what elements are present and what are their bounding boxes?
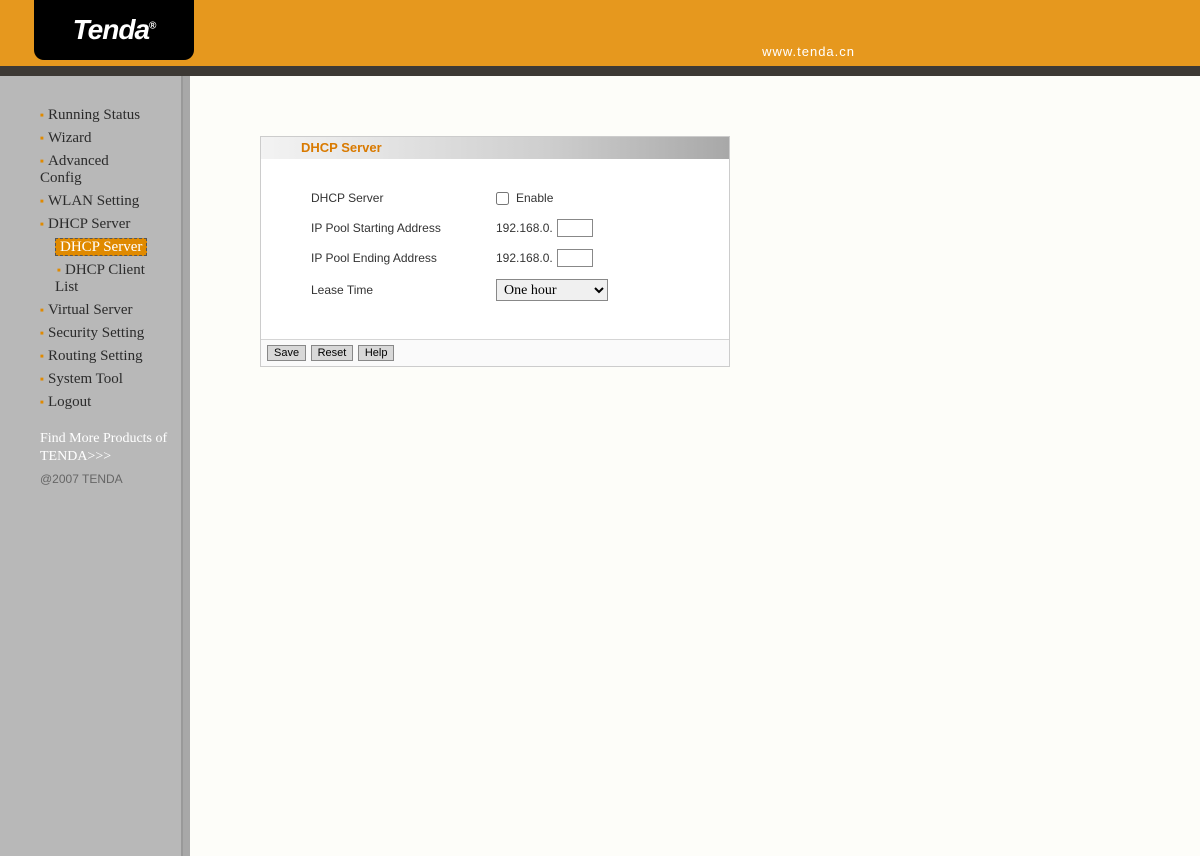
input-ip-end[interactable] bbox=[557, 249, 593, 267]
sidebar: Running Status Wizard Advanced Config WL… bbox=[0, 76, 182, 856]
header-url: www.tenda.cn bbox=[762, 44, 855, 59]
select-lease-time[interactable]: One hour bbox=[496, 279, 608, 301]
label-enable: Enable bbox=[516, 191, 553, 205]
sidebar-item-dhcp-server[interactable]: DHCP Server bbox=[0, 213, 181, 236]
ip-end-prefix: 192.168.0. bbox=[496, 251, 553, 265]
label-ip-end: IP Pool Ending Address bbox=[311, 251, 496, 265]
sidebar-subitem-dhcp-client-list[interactable]: DHCP Client List bbox=[0, 259, 181, 299]
label-ip-start: IP Pool Starting Address bbox=[311, 221, 496, 235]
sidebar-item-routing-setting[interactable]: Routing Setting bbox=[0, 345, 181, 368]
panel-title-bar: DHCP Server bbox=[261, 137, 729, 159]
sidebar-item-wizard[interactable]: Wizard bbox=[0, 127, 181, 150]
sidebar-item-logout[interactable]: Logout bbox=[0, 391, 181, 414]
header-divider bbox=[0, 66, 1200, 76]
checkbox-enable[interactable] bbox=[496, 192, 509, 205]
save-button[interactable]: Save bbox=[267, 345, 306, 361]
sidebar-copyright: @2007 TENDA bbox=[40, 472, 181, 486]
sidebar-item-security-setting[interactable]: Security Setting bbox=[0, 322, 181, 345]
content-area: DHCP Server DHCP Server Enable IP Pool S… bbox=[190, 76, 1200, 856]
sidebar-item-wlan-setting[interactable]: WLAN Setting bbox=[0, 190, 181, 213]
header-bar: Tenda® www.tenda.cn bbox=[0, 0, 1200, 66]
help-button[interactable]: Help bbox=[358, 345, 395, 361]
panel-title: DHCP Server bbox=[301, 140, 382, 155]
sidebar-item-running-status[interactable]: Running Status bbox=[0, 104, 181, 127]
input-ip-start[interactable] bbox=[557, 219, 593, 237]
logo-text: Tenda® bbox=[73, 14, 156, 46]
sidebar-subitem-dhcp-server[interactable]: DHCP Server bbox=[0, 236, 181, 259]
label-lease-time: Lease Time bbox=[311, 283, 496, 297]
sidebar-scroll-edge bbox=[182, 76, 190, 856]
sidebar-promo-link[interactable]: Find More Products of TENDA>>> bbox=[40, 430, 181, 466]
panel-actions: Save Reset Help bbox=[261, 339, 729, 366]
sidebar-item-advanced-config[interactable]: Advanced Config bbox=[0, 150, 181, 190]
reset-button[interactable]: Reset bbox=[311, 345, 354, 361]
dhcp-panel: DHCP Server DHCP Server Enable IP Pool S… bbox=[260, 136, 730, 367]
logo: Tenda® bbox=[34, 0, 194, 60]
sidebar-item-virtual-server[interactable]: Virtual Server bbox=[0, 299, 181, 322]
label-dhcp-server: DHCP Server bbox=[311, 191, 496, 205]
sidebar-item-system-tool[interactable]: System Tool bbox=[0, 368, 181, 391]
ip-start-prefix: 192.168.0. bbox=[496, 221, 553, 235]
